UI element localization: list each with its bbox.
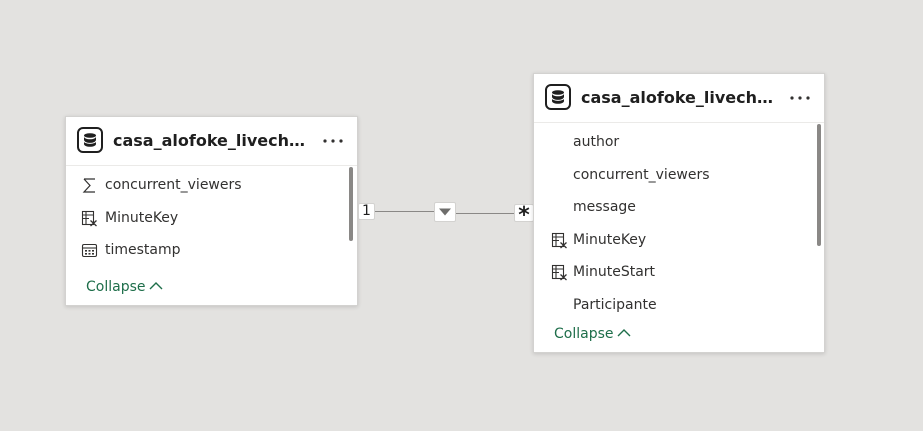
field-label: concurrent_viewers — [105, 177, 242, 193]
database-icon — [77, 127, 103, 153]
more-options-icon[interactable] — [788, 88, 812, 108]
field-row-timestamp[interactable]: timestamp — [66, 234, 357, 267]
field-label: timestamp — [105, 242, 181, 258]
field-row-message[interactable]: message — [534, 191, 824, 224]
field-label: MinuteStart — [573, 264, 656, 280]
field-row-concurrent-viewers[interactable]: concurrent_viewers — [534, 159, 824, 192]
scrollbar[interactable] — [817, 124, 821, 246]
table-card-header[interactable]: casa_alofoke_livechat_ss — [66, 117, 357, 166]
calendar-icon — [81, 243, 98, 258]
field-row-participante[interactable]: Participante — [534, 289, 824, 322]
field-label: MinuteKey — [105, 209, 179, 226]
chevron-up-icon — [617, 329, 630, 337]
table-card-header[interactable]: casa_alofoke_livechat_d... — [534, 74, 824, 123]
field-list: concurrent_viewers MinuteKey timestamp — [66, 169, 357, 267]
field-row-minutestart[interactable]: MinuteStart — [534, 256, 824, 289]
table-card-casa-alofoke-livechat-ss[interactable]: casa_alofoke_livechat_ss concurrent_view… — [65, 116, 358, 306]
field-list: author concurrent_viewers message Minute… — [534, 126, 824, 321]
database-icon — [545, 84, 571, 110]
table-card-casa-alofoke-livechat-d[interactable]: casa_alofoke_livechat_d... author concur… — [533, 73, 825, 353]
field-label: MinuteKey — [573, 231, 647, 248]
filter-direction-button[interactable] — [434, 202, 456, 222]
relationship-line[interactable] — [456, 213, 514, 214]
calculated-column-icon — [551, 232, 567, 248]
calculated-column-icon — [81, 210, 97, 226]
collapse-button[interactable]: Collapse — [554, 325, 631, 343]
scrollbar[interactable] — [349, 167, 353, 241]
table-title: casa_alofoke_livechat_d... — [581, 88, 777, 107]
cardinality-many-label: * — [514, 204, 534, 227]
field-label: author — [573, 134, 620, 150]
field-row-minutekey[interactable]: MinuteKey — [534, 224, 824, 257]
field-label: Participante — [573, 296, 657, 313]
collapse-label: Collapse — [86, 279, 146, 295]
field-row-concurrent-viewers[interactable]: concurrent_viewers — [66, 169, 357, 202]
table-title: casa_alofoke_livechat_ss — [113, 131, 309, 150]
more-options-icon[interactable] — [321, 131, 345, 151]
triangle-down-icon — [439, 208, 451, 216]
chevron-up-icon — [149, 282, 162, 290]
cardinality-one-label: 1 — [358, 203, 375, 220]
field-row-author[interactable]: author — [534, 126, 824, 159]
sigma-icon — [82, 178, 95, 193]
field-label: message — [573, 199, 636, 215]
collapse-button[interactable]: Collapse — [86, 278, 163, 296]
field-label: concurrent_viewers — [573, 166, 710, 183]
collapse-label: Collapse — [554, 326, 614, 342]
relationship-line[interactable] — [375, 211, 435, 212]
field-row-minutekey[interactable]: MinuteKey — [66, 202, 357, 235]
calculated-column-icon — [551, 264, 567, 281]
